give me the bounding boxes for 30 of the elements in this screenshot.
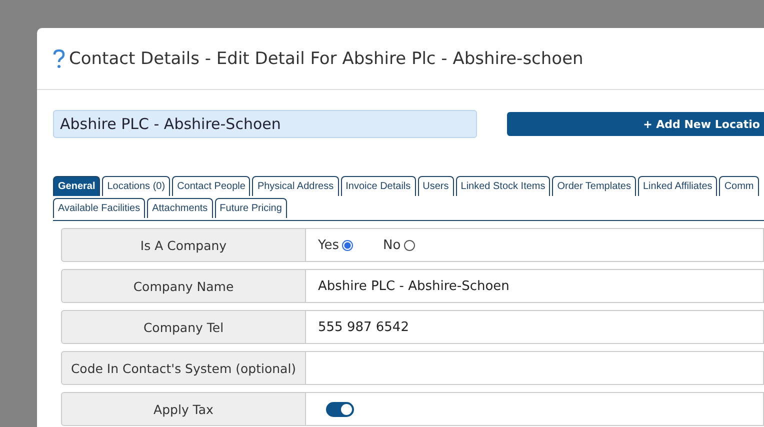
tab[interactable]: Linked Affiliates <box>638 176 718 196</box>
radio-label: No <box>383 238 401 252</box>
tab[interactable]: Contact People <box>172 176 250 196</box>
text-field[interactable] <box>306 351 764 385</box>
text-field[interactable]: Abshire PLC - Abshire-Schoen <box>306 269 764 303</box>
field-label: Apply Tax <box>61 392 306 426</box>
radio-button[interactable] <box>404 240 415 250</box>
tab[interactable]: Available Facilities <box>53 198 146 218</box>
tab[interactable]: Users <box>418 176 454 196</box>
tab[interactable]: Order Templates <box>552 176 636 196</box>
field-label: Is A Company <box>61 228 306 262</box>
tab[interactable]: Attachments <box>147 198 213 218</box>
tab[interactable]: Locations (0) <box>102 176 170 196</box>
name-field[interactable]: Abshire PLC - Abshire-Schoen <box>53 110 477 138</box>
radio-button[interactable] <box>342 240 353 250</box>
tab[interactable]: Future Pricing <box>214 198 287 218</box>
tab[interactable]: Comm <box>719 176 759 196</box>
help-icon <box>53 48 65 68</box>
toggle-switch[interactable] <box>326 402 354 416</box>
text-field[interactable]: 555 987 6542 <box>306 310 764 344</box>
dialog-title: Contact Details - Edit Detail For Abshire Plc - Abshire-schoen <box>69 48 584 68</box>
radio-label: Yes <box>318 238 339 252</box>
field-label: Company Name <box>61 269 306 303</box>
tab[interactable]: Physical Address <box>252 176 339 196</box>
tab[interactable]: Linked Stock Items <box>456 176 550 196</box>
field-label: Code In Contact's System (optional) <box>61 351 306 385</box>
add-location-button[interactable]: + Add New Locatio <box>507 112 764 136</box>
tab[interactable]: Invoice Details <box>340 176 416 196</box>
field-label: Company Tel <box>61 310 306 344</box>
tab[interactable]: General <box>53 176 100 196</box>
